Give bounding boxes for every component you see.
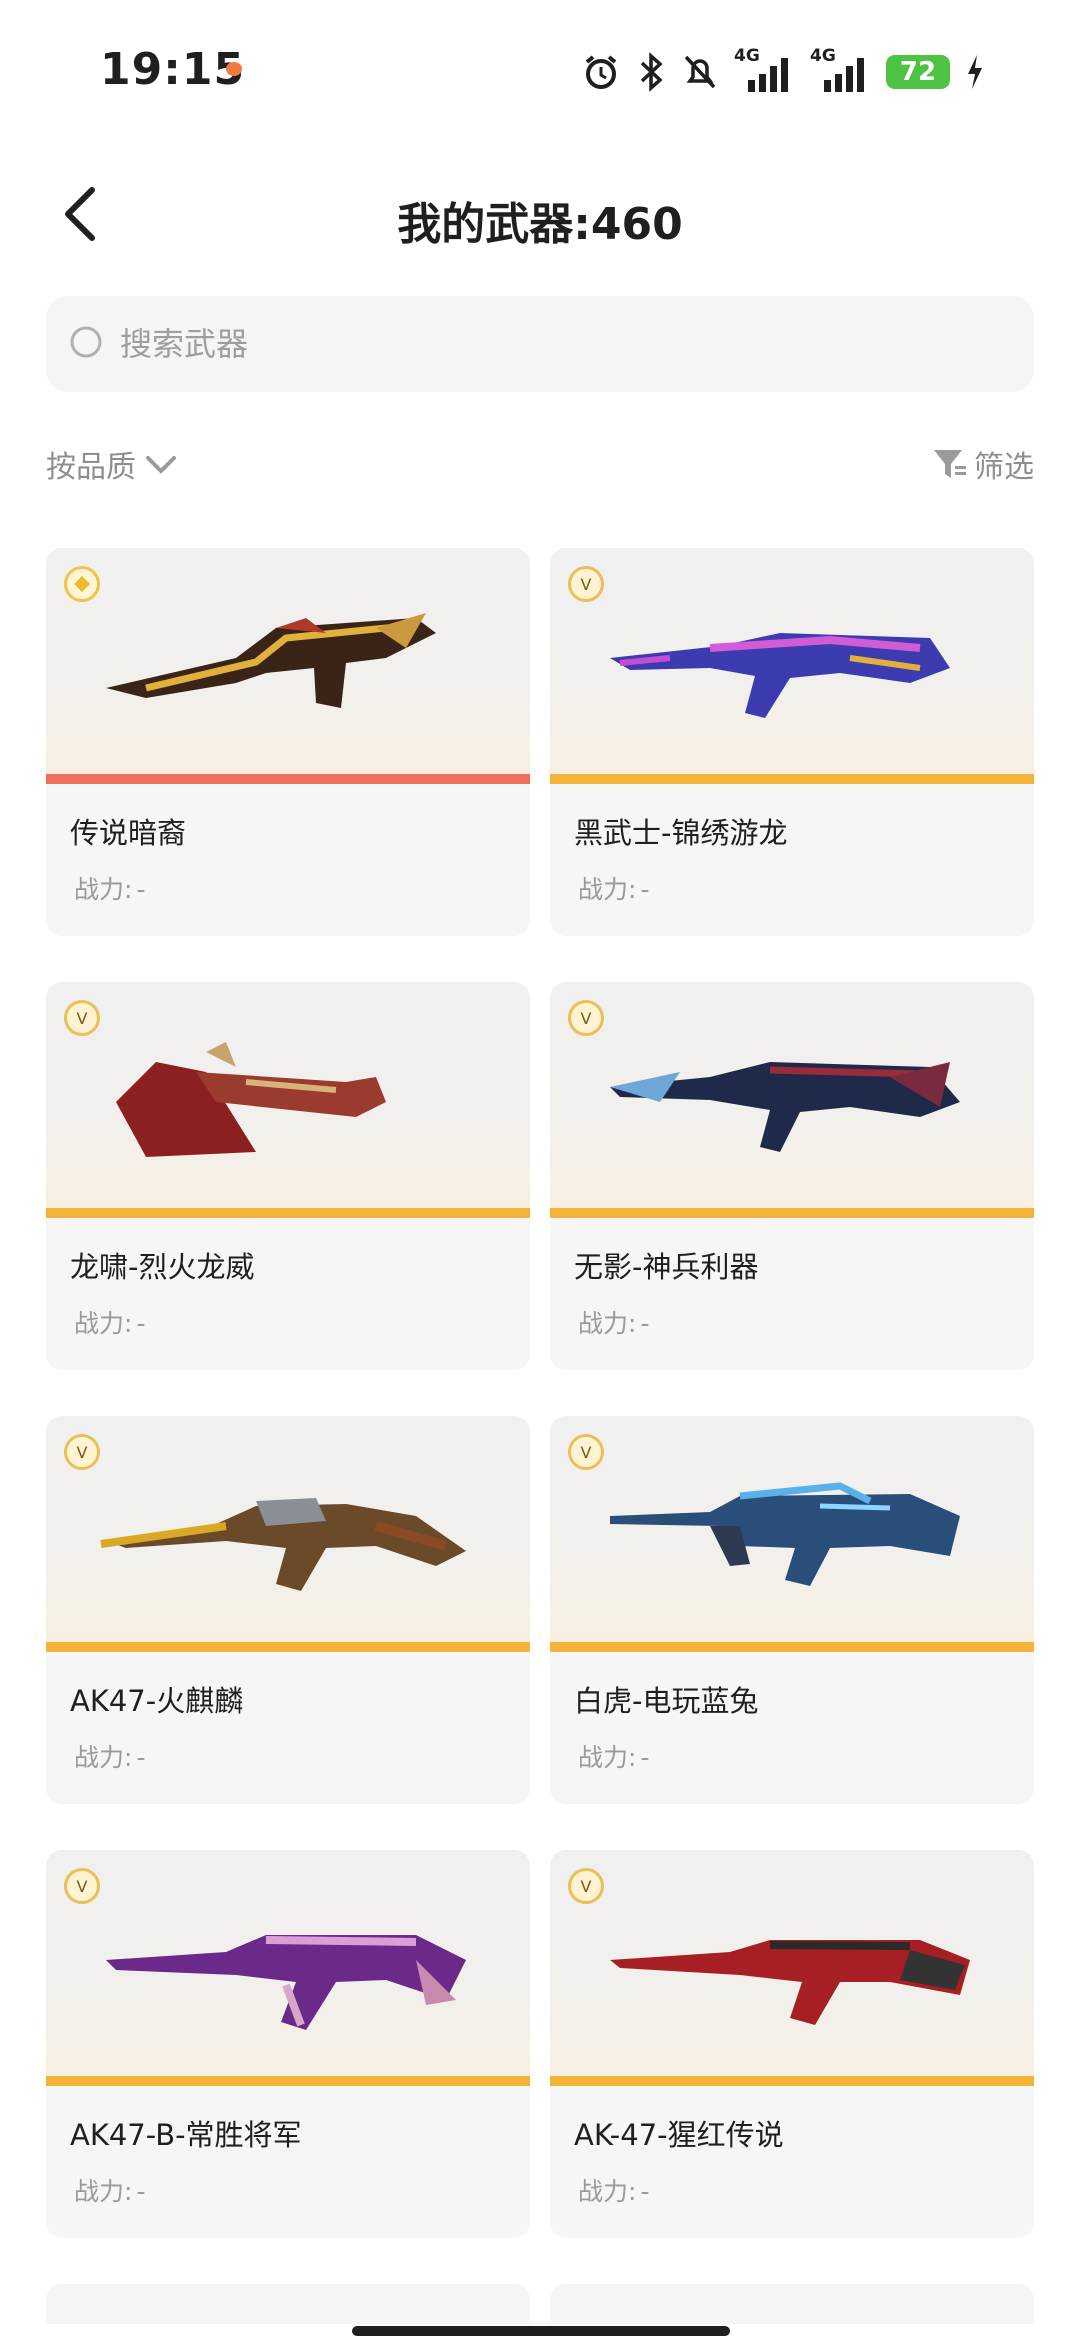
- quality-stripe: [46, 2076, 530, 2086]
- weapon-image: V: [550, 548, 1034, 784]
- weapon-card[interactable]: V 无影-神兵利器 战力: -: [550, 982, 1034, 1370]
- weapon-card[interactable]: V AK-47-猩红传说 战力: -: [550, 1850, 1034, 2238]
- weapon-image: V: [550, 1416, 1034, 1652]
- quality-stripe: [550, 774, 1034, 784]
- rifle-image: [610, 1482, 960, 1586]
- status-icons: 4G 4G 72: [582, 46, 984, 94]
- weapon-card[interactable]: V AK47-火麒麟 战力: -: [46, 1416, 530, 1804]
- bluetooth-icon: [640, 52, 663, 92]
- weapon-image: V: [46, 982, 530, 1218]
- rifle-image: [106, 1935, 466, 2030]
- weapon-card-partial[interactable]: [46, 2284, 530, 2324]
- axe-image: [116, 1042, 386, 1157]
- rifle-image: [610, 1062, 960, 1152]
- rifle-image: [106, 613, 436, 708]
- weapon-name: AK-47-猩红传说: [574, 2118, 784, 2152]
- home-indicator[interactable]: [352, 2326, 730, 2336]
- header: 我的武器:460: [0, 160, 1080, 270]
- weapon-power: 战力: -: [578, 1743, 650, 1772]
- signal-4g-icon: 4G: [734, 46, 794, 94]
- weapon-name: 龙啸-烈火龙威: [70, 1250, 255, 1284]
- sort-filter-bar: 按品质 筛选: [46, 434, 1034, 494]
- search-bar[interactable]: [46, 296, 1034, 392]
- weapon-image: V: [550, 982, 1034, 1218]
- weapon-power: 战力: -: [74, 875, 146, 904]
- weapon-power: 战力: -: [578, 875, 650, 904]
- weapon-image: V: [550, 1850, 1034, 2086]
- weapon-name: 白虎-电玩蓝兔: [574, 1684, 759, 1718]
- quality-stripe: [46, 1208, 530, 1218]
- weapon-power: 战力: -: [578, 1309, 650, 1338]
- search-icon: [70, 326, 102, 358]
- signal-4g-icon: 4G: [810, 46, 870, 94]
- quality-stripe: [550, 2076, 1034, 2086]
- sort-by-quality-dropdown[interactable]: 按品质: [46, 442, 178, 486]
- weapon-image: [46, 548, 530, 784]
- weapon-power: 战力: -: [74, 2177, 146, 2206]
- weapon-card-partial[interactable]: [550, 2284, 1034, 2324]
- status-bar: 19:15 4G 4G 72: [0, 0, 1080, 140]
- quality-stripe: [46, 1642, 530, 1652]
- weapon-name: 无影-神兵利器: [574, 1250, 759, 1284]
- weapon-name: AK47-B-常胜将军: [70, 2118, 302, 2152]
- filter-label: 筛选: [974, 450, 1034, 485]
- charging-icon: [968, 55, 982, 89]
- chevron-down-icon: [146, 456, 176, 474]
- weapon-card[interactable]: V AK47-B-常胜将军 战力: -: [46, 1850, 530, 2238]
- weapon-power: 战力: -: [74, 1309, 146, 1338]
- rifle-image: [610, 1940, 970, 2025]
- weapon-name: AK47-火麒麟: [70, 1684, 244, 1718]
- weapon-image: V: [46, 1850, 530, 2086]
- battery-icon: 72: [886, 55, 950, 89]
- weapon-card[interactable]: V 黑武士-锦绣游龙 战力: -: [550, 548, 1034, 936]
- app-notification-icon: [226, 62, 242, 76]
- weapon-grid: 传说暗裔 战力: - V 黑武士-锦绣游龙 战力: - V 龙啸-烈火龙威 战力…: [46, 548, 1034, 2238]
- quality-stripe: [550, 1642, 1034, 1652]
- search-input[interactable]: [118, 324, 1002, 364]
- alarm-icon: [585, 55, 617, 89]
- rifle-image: [100, 1498, 466, 1591]
- weapon-power: 战力: -: [578, 2177, 650, 2206]
- page-title: 我的武器:460: [397, 199, 683, 250]
- weapon-card[interactable]: V 龙啸-烈火龙威 战力: -: [46, 982, 530, 1370]
- weapon-name: 传说暗裔: [70, 816, 187, 850]
- weapon-card[interactable]: 传说暗裔 战力: -: [46, 548, 530, 936]
- quality-stripe: [46, 774, 530, 784]
- rifle-image: [610, 633, 950, 718]
- weapon-image: V: [46, 1416, 530, 1652]
- sort-label: 按品质: [46, 450, 136, 485]
- filter-icon: [934, 450, 966, 478]
- status-time: 19:15: [100, 44, 246, 95]
- filter-button[interactable]: 筛选: [932, 442, 1034, 486]
- quality-stripe: [550, 1208, 1034, 1218]
- weapon-power: 战力: -: [74, 1743, 146, 1772]
- weapon-card[interactable]: V 白虎-电玩蓝兔 战力: -: [550, 1416, 1034, 1804]
- mute-icon: [684, 55, 716, 89]
- weapon-name: 黑武士-锦绣游龙: [574, 816, 788, 850]
